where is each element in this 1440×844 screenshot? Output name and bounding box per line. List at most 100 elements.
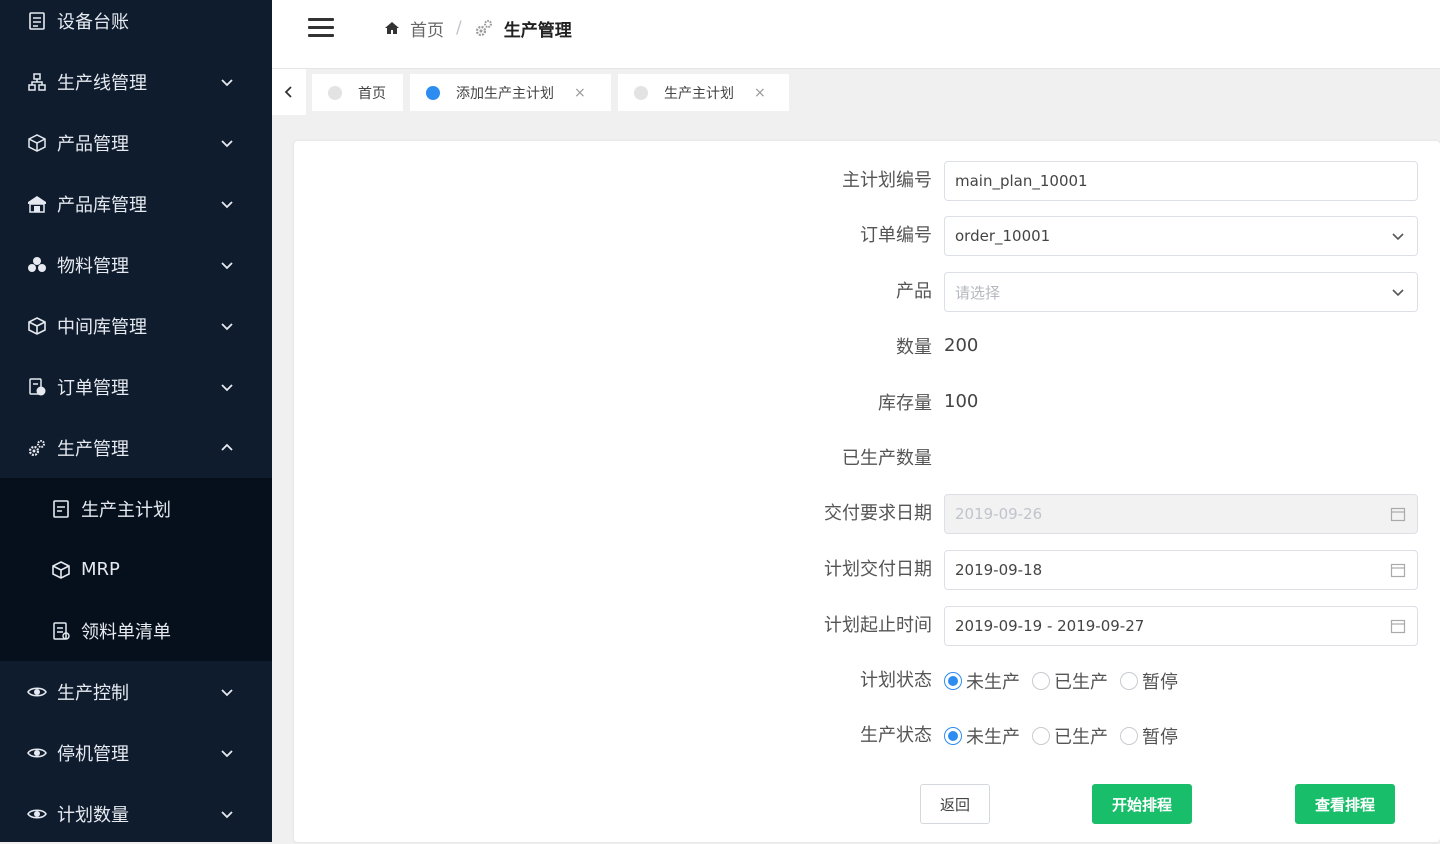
plan-status-radio-not-produced[interactable]: 未生产: [944, 668, 1020, 694]
sidebar-item-production-line[interactable]: 生产线管理: [0, 51, 272, 112]
ledger-icon: [26, 10, 48, 32]
back-button[interactable]: 返回: [920, 784, 990, 824]
planned-date-picker[interactable]: 2019-09-18: [944, 550, 1418, 590]
form-row-plan-status: 计划状态 未生产 已生产 暂停: [294, 661, 1440, 701]
tab-label: 首页: [358, 85, 386, 102]
tab-master-plan[interactable]: 生产主计划 ×: [618, 74, 789, 111]
tab-close-icon[interactable]: ×: [574, 85, 586, 101]
sidebar-item-materials[interactable]: 物料管理: [0, 234, 272, 295]
breadcrumb-home-label: 首页: [410, 20, 444, 41]
order-no-label: 订单编号: [860, 225, 932, 246]
sidebar-item-label: 生产控制: [57, 682, 129, 704]
product-box-icon: [26, 132, 48, 154]
chevron-down-icon: [221, 78, 233, 86]
plan-status-radio-paused[interactable]: 暂停: [1120, 668, 1178, 694]
breadcrumb-separator: /: [456, 18, 462, 38]
tab-status-dot: [328, 85, 342, 100]
sidebar-item-label: 产品库管理: [57, 194, 147, 216]
sidebar-item-label: 生产线管理: [57, 72, 147, 94]
quantity-eye-icon: [26, 803, 48, 825]
chevron-down-icon: [221, 261, 233, 269]
stop-eye-icon: [26, 742, 48, 764]
requisition-list-icon: [50, 620, 72, 642]
home-icon: [385, 22, 399, 34]
calendar-icon: [1390, 507, 1406, 522]
sidebar-item-label: 设备台账: [57, 11, 129, 33]
radio-circle: [1032, 672, 1050, 690]
tabs-scroll-left-button[interactable]: [272, 69, 306, 115]
required-date-value: 2019-09-26: [955, 505, 1043, 523]
sidebar-item-label: 生产管理: [57, 438, 129, 460]
sidebar-item-master-plan[interactable]: 生产主计划: [0, 478, 272, 539]
sidebar-item-label: 物料管理: [57, 255, 129, 277]
tab-home[interactable]: 首页: [312, 74, 403, 111]
sidebar-item-label: 中间库管理: [57, 316, 147, 338]
plan-status-radio-group: 未生产 已生产 暂停: [944, 661, 1190, 701]
sidebar-item-equipment-ledger[interactable]: 设备台账: [0, 0, 272, 51]
chevron-down-icon: [1392, 289, 1404, 297]
chevron-down-icon: [221, 688, 233, 696]
plan-range-picker[interactable]: 2019-09-19 - 2019-09-27: [944, 606, 1418, 646]
plan-range-value: 2019-09-19 - 2019-09-27: [955, 617, 1145, 635]
breadcrumb: 首页 / 生产管理: [384, 14, 572, 42]
form-row-planned-date: 计划交付日期 2019-09-18: [294, 550, 1440, 590]
breadcrumb-current: 生产管理: [474, 16, 572, 41]
menu-toggle-icon[interactable]: [308, 16, 336, 38]
control-eye-icon: [26, 681, 48, 703]
sidebar-item-label: 停机管理: [57, 743, 129, 765]
order-no-select[interactable]: order_10001: [944, 216, 1418, 256]
radio-circle: [1120, 727, 1138, 745]
tabs-bar: 首页 添加生产主计划 × 生产主计划 ×: [272, 69, 1440, 115]
chevron-down-icon: [221, 139, 233, 147]
prod-status-radio-not-produced[interactable]: 未生产: [944, 723, 1020, 749]
required-date-picker: 2019-09-26: [944, 494, 1418, 534]
form-row-required-date: 交付要求日期 2019-09-26: [294, 494, 1440, 534]
calendar-icon: [1390, 619, 1406, 634]
chevron-down-icon: [1392, 233, 1404, 241]
form-row-quantity: 数量 200: [294, 328, 1440, 368]
view-scheduling-button[interactable]: 查看排程: [1295, 784, 1395, 824]
order-no-value: order_10001: [955, 227, 1051, 245]
plan-status-radio-produced[interactable]: 已生产: [1032, 668, 1108, 694]
master-plan-form: 主计划编号 main_plan_10001 订单编号 order_10001 产…: [294, 141, 1440, 842]
prod-status-radio-paused[interactable]: 暂停: [1120, 723, 1178, 749]
materials-icon: [26, 254, 48, 276]
sidebar-item-plan-quantity[interactable]: 计划数量: [0, 783, 272, 844]
chevron-up-icon: [221, 443, 233, 451]
form-row-order-no: 订单编号 order_10001: [294, 216, 1440, 256]
stock-label: 库存量: [878, 393, 932, 414]
form-row-plan-range: 计划起止时间 2019-09-19 - 2019-09-27: [294, 606, 1440, 646]
sidebar-item-downtime[interactable]: 停机管理: [0, 722, 272, 783]
radio-circle: [944, 672, 962, 690]
plan-no-input[interactable]: main_plan_10001: [944, 161, 1418, 201]
radio-label: 暂停: [1142, 672, 1178, 693]
sitemap-icon: [26, 71, 48, 93]
sidebar-item-production-control[interactable]: 生产控制: [0, 661, 272, 722]
form-row-prod-status: 生产状态 未生产 已生产 暂停: [294, 716, 1440, 756]
required-date-label: 交付要求日期: [824, 503, 932, 524]
product-select[interactable]: 请选择: [944, 272, 1418, 312]
prod-status-radio-produced[interactable]: 已生产: [1032, 723, 1108, 749]
gears-icon: [475, 20, 492, 37]
sidebar-item-label: 订单管理: [57, 377, 129, 399]
sidebar-item-intermediate-warehouse[interactable]: 中间库管理: [0, 295, 272, 356]
sidebar-item-requisition-list[interactable]: 领料单清单: [0, 600, 272, 661]
chevron-down-icon: [221, 810, 233, 818]
tab-add-master-plan[interactable]: 添加生产主计划 ×: [410, 74, 611, 111]
radio-label: 已生产: [1054, 727, 1108, 748]
sidebar-item-product[interactable]: 产品管理: [0, 112, 272, 173]
sidebar-item-mrp[interactable]: MRP: [0, 539, 272, 600]
quantity-label: 数量: [896, 337, 932, 358]
form-row-produced: 已生产数量: [294, 439, 1440, 479]
breadcrumb-home[interactable]: 首页: [384, 16, 444, 41]
sidebar-item-production[interactable]: 生产管理: [0, 417, 272, 478]
tab-close-icon[interactable]: ×: [754, 85, 766, 101]
chevron-down-icon: [221, 200, 233, 208]
sidebar-item-orders[interactable]: 订单管理: [0, 356, 272, 417]
start-scheduling-button[interactable]: 开始排程: [1092, 784, 1192, 824]
breadcrumb-current-label: 生产管理: [503, 20, 572, 41]
sidebar-item-product-warehouse[interactable]: 产品库管理: [0, 173, 272, 234]
sidebar-item-label: 领料单清单: [81, 621, 171, 643]
warehouse-icon: [26, 193, 48, 215]
plan-no-value: main_plan_10001: [955, 172, 1088, 190]
